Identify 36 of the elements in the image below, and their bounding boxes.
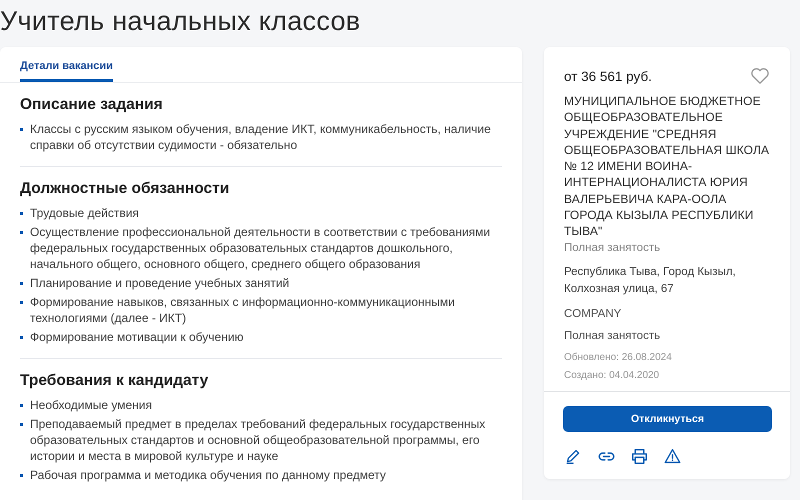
bullet-icon bbox=[20, 301, 23, 304]
schedule: Полная занятость bbox=[564, 330, 662, 342]
list-item: Формирование мотивации к обучению bbox=[30, 329, 244, 345]
list-item: Формирование навыков, связанных с информационно-коммуникационными технологиями (далее - ИКТ) bbox=[30, 294, 456, 326]
heart-icon[interactable] bbox=[750, 67, 770, 85]
employer-name: МУНИЦИПАЛЬНОЕ БЮДЖЕТНОЕ ОБЩЕОБРАЗОВАТЕЛЬНОЕ УЧРЕЖДЕНИЕ "СРЕДНЯЯ ОБЩЕОБРАЗОВАТЕЛЬНАЯ ШКОЛА № 12 ИМЕНИ ВОИНА-ИНТЕРНАЦИОНАЛИСТА ЮРИЯ ВАЛЕРЬЕВИЧА КАРА-ООЛА ГОРОДА КЫЗЫЛА РЕСПУБЛИКИ ТЫВА" bbox=[564, 93, 770, 240]
employment-type: Полная занятость bbox=[564, 240, 662, 256]
edit-icon[interactable] bbox=[565, 448, 582, 465]
bullet-icon bbox=[20, 336, 23, 339]
printer-icon[interactable] bbox=[631, 448, 648, 465]
bullet-icon bbox=[20, 282, 23, 285]
bullet-icon bbox=[20, 474, 23, 477]
list-item: Осуществление профессиональной деятельности в соответствии с требованиями федеральных государственных образовательных стандартов дошкольного, начального общего, основного общего, среднего общего образования bbox=[30, 224, 492, 272]
section-heading: Описание задания bbox=[20, 96, 164, 114]
bullet-icon bbox=[20, 212, 23, 215]
list-item: Трудовые действия bbox=[30, 205, 139, 221]
company: COMPANY bbox=[564, 308, 622, 320]
salary: от 36 561 руб. bbox=[564, 68, 652, 84]
list-item: Преподаваемый предмет в пределах требований федеральных государственных образовательных стандартов и основной общеобразовательной программы, его истории и места в мировой культуре и науке bbox=[30, 416, 486, 464]
tab[interactable]: Детали вакансии bbox=[20, 47, 113, 82]
updated-date: Обновлено: 26.08.2024 bbox=[564, 352, 673, 363]
apply-button[interactable]: Откликнуться bbox=[563, 406, 772, 432]
address: Республика Тыва, Город Кызыл, Колхозная улица, 67 bbox=[564, 264, 737, 297]
warning-icon[interactable] bbox=[664, 448, 681, 465]
created-date: Создано: 04.04.2020 bbox=[564, 370, 660, 381]
bullet-icon bbox=[20, 231, 23, 234]
section-heading: Требования к кандидату bbox=[20, 372, 210, 390]
page-title: Учитель начальных классов bbox=[0, 5, 362, 38]
list-item: Рабочая программа и методика обучения по данному предмету bbox=[30, 467, 386, 483]
list-item: Классы с русским языком обучения, владение ИКТ, коммуникабельность, наличие справки об отсутствии судимости - обязательно bbox=[30, 121, 492, 153]
bullet-icon bbox=[20, 423, 23, 426]
list-item: Планирование и проведение учебных занятий bbox=[30, 275, 290, 291]
section-heading: Должностные обязанности bbox=[20, 180, 230, 198]
bullet-icon bbox=[20, 404, 23, 407]
bullet-icon bbox=[20, 128, 23, 131]
list-item: Необходимые умения bbox=[30, 397, 152, 413]
